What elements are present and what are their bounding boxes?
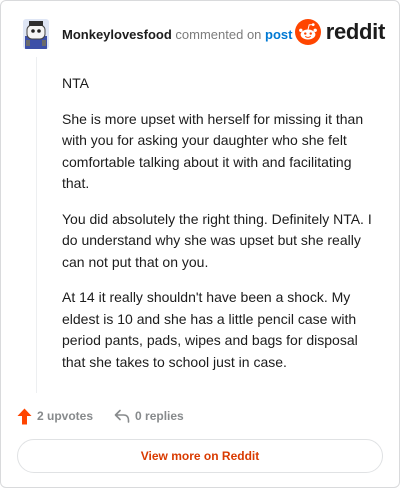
view-more-button[interactable]: View more on Reddit xyxy=(17,439,383,473)
comment-meta: Monkeylovesfood commented on post xyxy=(62,27,293,42)
snoo-avatar-icon[interactable] xyxy=(23,19,49,49)
action-text: commented on xyxy=(175,26,262,42)
reddit-snoo-logo-icon xyxy=(294,19,321,45)
reddit-wordmark: reddit xyxy=(325,19,386,44)
comment-body: NTA She is more upset with herself for m… xyxy=(62,73,382,387)
embedded-comment-card: Monkeylovesfood commented on post reddit… xyxy=(0,0,400,488)
upvote-arrow-icon xyxy=(17,408,32,424)
post-link[interactable]: post xyxy=(265,27,292,42)
comment-paragraph: You did absolutely the right thing. Defi… xyxy=(62,210,372,270)
reddit-logo[interactable]: reddit xyxy=(294,19,386,45)
upvote-count: 2 upvotes xyxy=(37,409,94,423)
username-link[interactable]: Monkeylovesfood xyxy=(62,27,172,42)
reply-arrow-icon xyxy=(114,409,130,423)
thread-line[interactable] xyxy=(36,57,37,393)
comment-paragraph: NTA xyxy=(62,75,89,91)
reply-count: 0 replies xyxy=(135,409,184,423)
comment-paragraph: She is more upset with herself for missi… xyxy=(62,110,364,192)
replies-button[interactable]: 0 replies xyxy=(114,409,184,423)
comment-paragraph: At 14 it really shouldn't have been a sh… xyxy=(62,289,358,370)
comment-actions: 2 upvotes 0 replies xyxy=(17,405,184,427)
comment-header: Monkeylovesfood commented on post reddit xyxy=(23,17,385,51)
upvote-button[interactable]: 2 upvotes xyxy=(17,408,93,425)
